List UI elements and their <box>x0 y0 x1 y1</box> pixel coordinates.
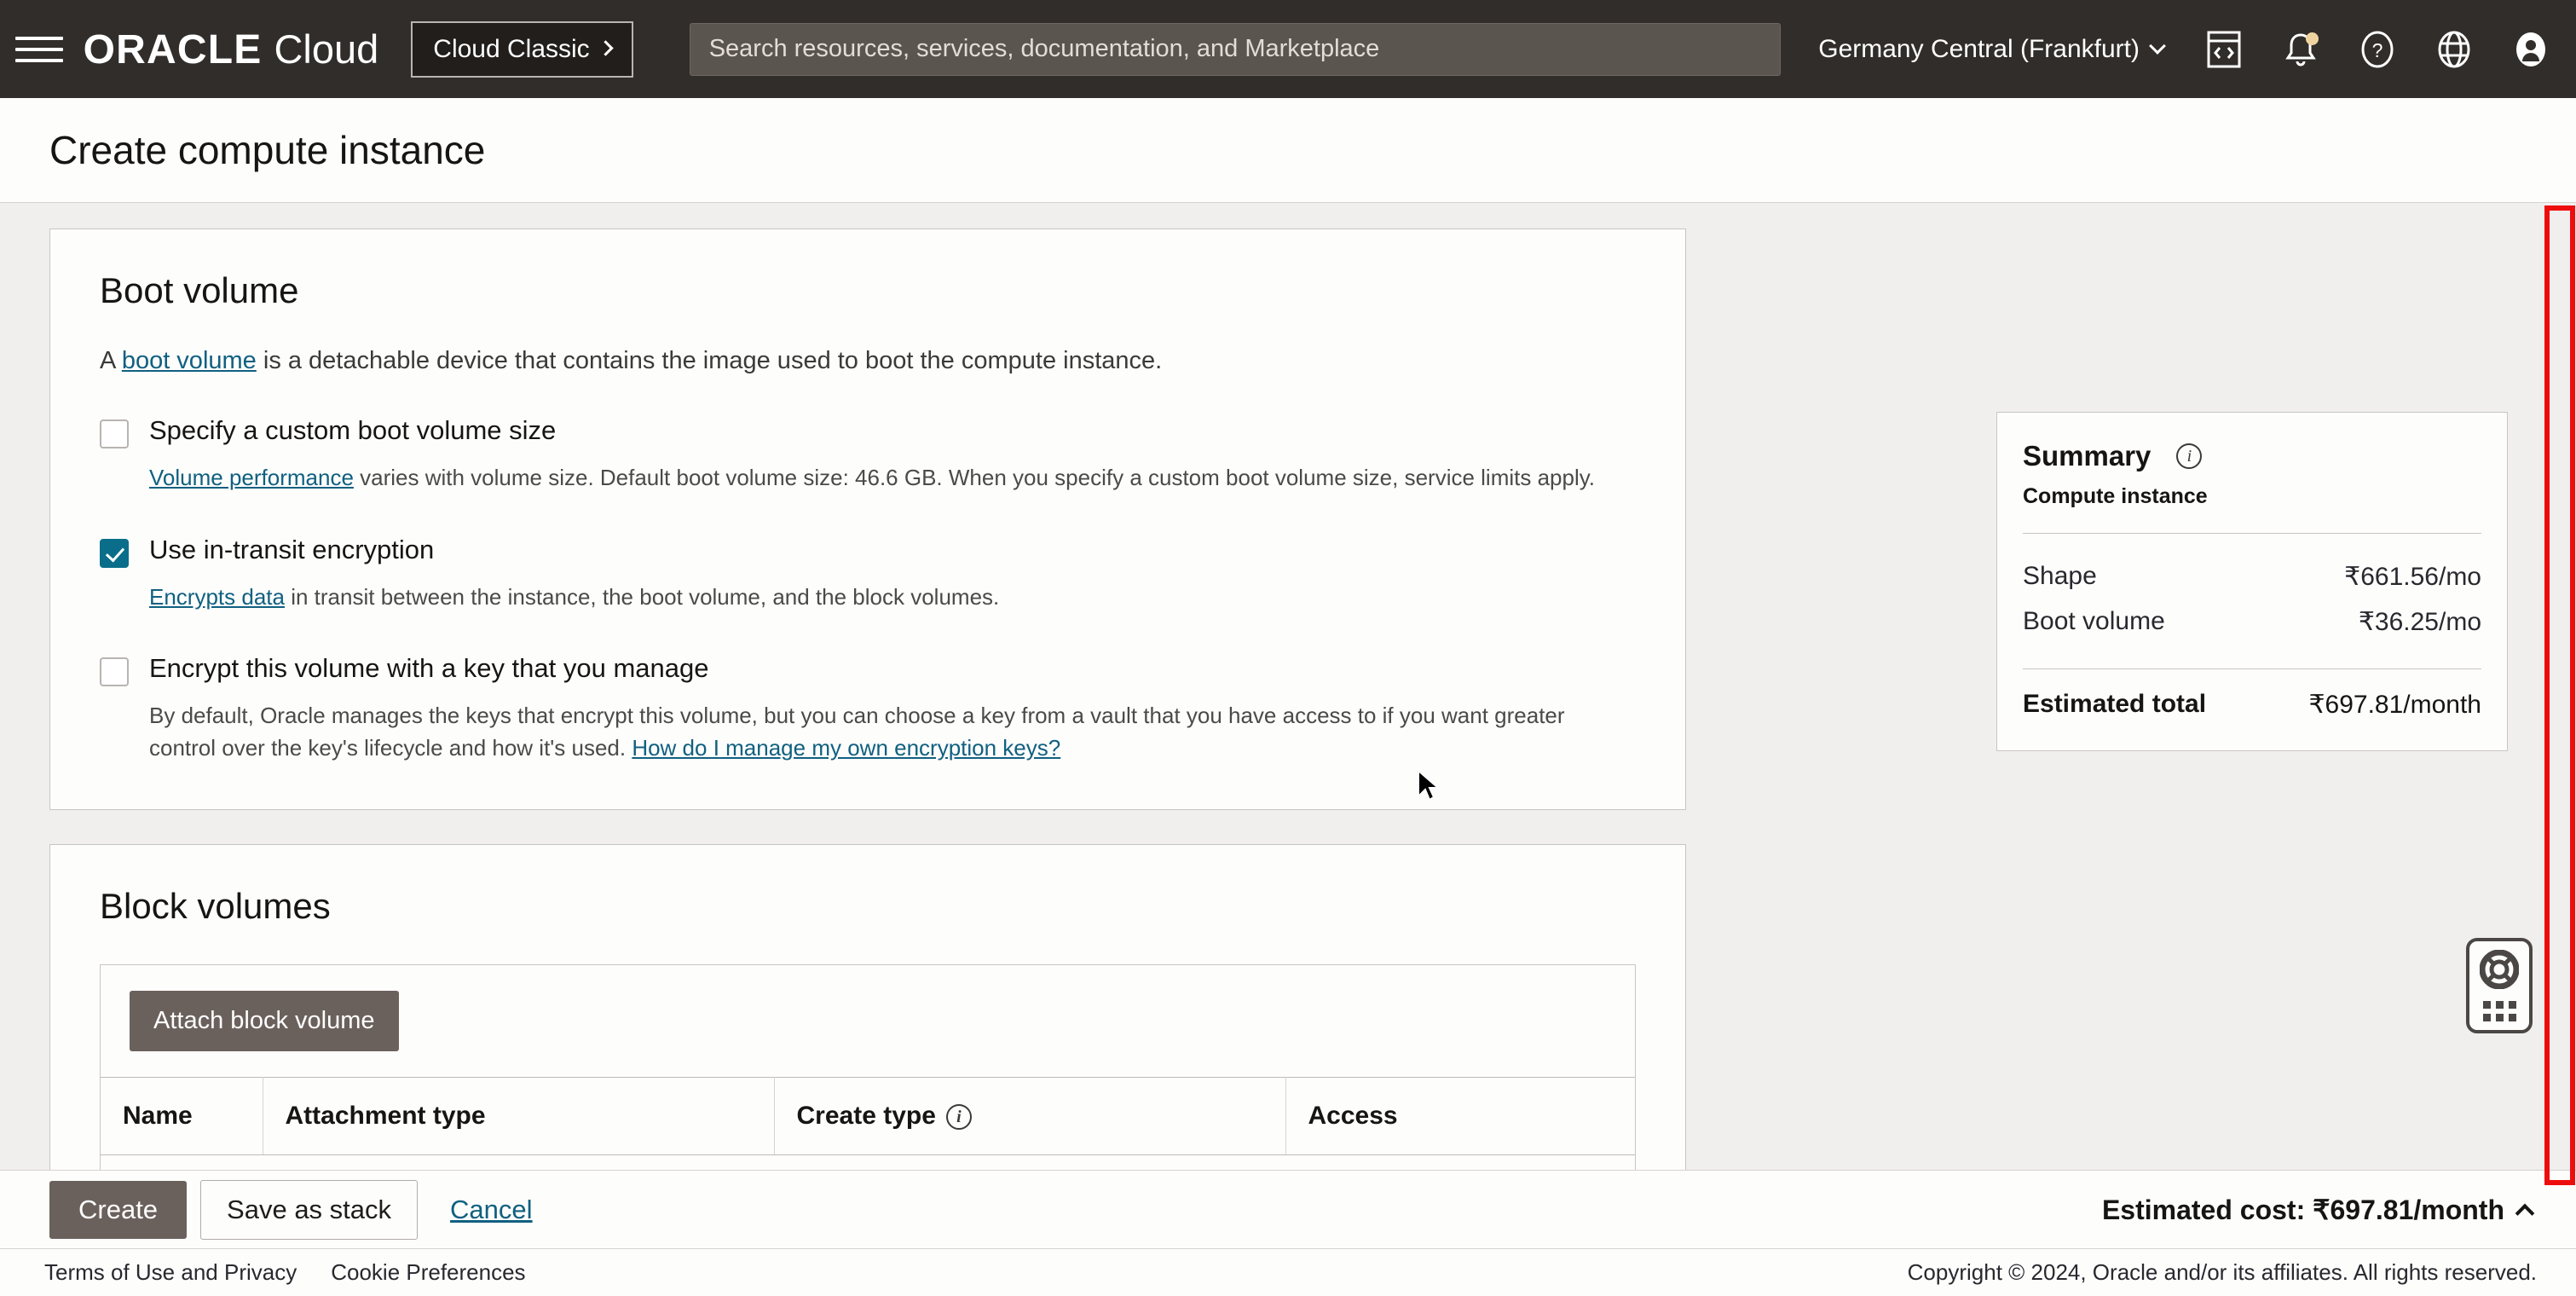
option-custom-boot-volume-size[interactable]: Specify a custom boot volume size <box>100 416 1636 448</box>
summary-boot-volume-label: Boot volume <box>2023 607 2165 637</box>
top-header-bar: ORACLE Cloud Cloud Classic Germany Centr… <box>0 0 2576 98</box>
encrypt-with-own-key-label: Encrypt this volume with a key that you … <box>149 654 709 683</box>
brand-cloud-text: Cloud <box>274 26 378 72</box>
column-header-access[interactable]: Access <box>1285 1077 1635 1154</box>
block-volumes-heading: Block volumes <box>100 886 1636 927</box>
desc-prefix: A <box>100 347 122 374</box>
help-question-icon[interactable]: ? <box>2358 30 2397 69</box>
page-title-bar: Create compute instance <box>0 98 2576 203</box>
custom-boot-volume-size-checkbox[interactable] <box>100 419 129 448</box>
custom-boot-volume-size-label: Specify a custom boot volume size <box>149 416 556 445</box>
estimated-cost-label: Estimated cost: ₹697.81/month <box>2102 1194 2504 1226</box>
block-volumes-table-wrapper: Attach block volume Name Attachment type… <box>100 964 1636 1170</box>
table-empty-row: No items found. <box>101 1154 1635 1170</box>
save-as-stack-button[interactable]: Save as stack <box>200 1180 418 1240</box>
form-column: Boot volume A boot volume is a detachabl… <box>49 229 1686 1170</box>
region-label: Germany Central (Frankfurt) <box>1818 35 2140 64</box>
encrypt-with-own-key-help: By default, Oracle manages the keys that… <box>149 700 1636 764</box>
cancel-link[interactable]: Cancel <box>450 1195 533 1225</box>
encrypts-data-link[interactable]: Encrypts data <box>149 584 285 610</box>
summary-total-value: ₹697.81/month <box>2308 690 2481 720</box>
block-volumes-toolbar: Attach block volume <box>101 965 1635 1077</box>
manage-encryption-keys-link[interactable]: How do I manage my own encryption keys? <box>632 735 1060 761</box>
cookie-preferences-link[interactable]: Cookie Preferences <box>331 1259 525 1286</box>
chevron-down-icon <box>2149 38 2166 55</box>
language-globe-icon[interactable] <box>2434 30 2474 69</box>
summary-title: Summary <box>2023 440 2151 472</box>
brand-oracle-text: ORACLE <box>84 26 263 73</box>
cloud-shell-icon[interactable] <box>2204 30 2244 69</box>
summary-boot-volume-value: ₹36.25/mo <box>2359 607 2481 637</box>
page-footer: Terms of Use and Privacy Cookie Preferen… <box>0 1248 2576 1296</box>
block-volumes-table: Name Attachment type Create type i Access… <box>101 1077 1635 1170</box>
column-header-attachment-type[interactable]: Attachment type <box>263 1077 774 1154</box>
summary-header: Summary i <box>2023 440 2481 472</box>
summary-panel: Summary i Compute instance Shape ₹661.56… <box>1996 412 2508 751</box>
global-search[interactable] <box>690 23 1782 76</box>
in-transit-encryption-label: Use in-transit encryption <box>149 535 434 564</box>
help-widget-launcher[interactable] <box>2466 938 2533 1033</box>
boot-volume-description: A boot volume is a detachable device tha… <box>100 347 1636 375</box>
app-grid-icon <box>2483 1001 2516 1021</box>
desc-suffix: is a detachable device that contains the… <box>257 347 1162 374</box>
block-volumes-card: Block volumes Attach block volume Name A… <box>49 844 1686 1170</box>
svg-text:?: ? <box>2372 39 2383 61</box>
no-items-found-message: No items found. <box>101 1154 1635 1170</box>
encrypt-with-own-key-checkbox[interactable] <box>100 657 129 686</box>
terms-of-use-link[interactable]: Terms of Use and Privacy <box>44 1259 297 1286</box>
encrypts-data-help-text: in transit between the instance, the boo… <box>285 584 999 610</box>
notification-badge <box>2306 32 2319 45</box>
boot-volume-card: Boot volume A boot volume is a detachabl… <box>49 229 1686 810</box>
create-type-info-icon[interactable]: i <box>946 1104 972 1130</box>
summary-shape-label: Shape <box>2023 562 2097 592</box>
custom-boot-volume-size-help: Volume performance varies with volume si… <box>149 462 1636 495</box>
summary-row-shape: Shape ₹661.56/mo <box>2023 554 2481 599</box>
attach-block-volume-button[interactable]: Attach block volume <box>130 991 399 1051</box>
estimated-cost-toggle[interactable]: Estimated cost: ₹697.81/month <box>2102 1194 2532 1226</box>
summary-divider-bottom <box>2023 668 2481 669</box>
oracle-cloud-logo[interactable]: ORACLE Cloud <box>84 26 379 73</box>
search-input[interactable] <box>690 24 1781 75</box>
notifications-bell-icon[interactable] <box>2281 30 2320 69</box>
header-icon-group: ? <box>2204 30 2550 69</box>
page-title: Create compute instance <box>49 127 485 173</box>
copyright-text: Copyright © 2024, Oracle and/or its affi… <box>1908 1259 2537 1286</box>
cloud-classic-label: Cloud Classic <box>433 35 589 64</box>
in-transit-encryption-checkbox[interactable] <box>100 539 129 568</box>
volume-performance-link[interactable]: Volume performance <box>149 465 354 490</box>
chevron-up-icon <box>2515 1203 2535 1223</box>
summary-estimated-total: Estimated total ₹697.81/month <box>2023 690 2481 720</box>
main-content-area: Boot volume A boot volume is a detachabl… <box>0 203 2576 1170</box>
boot-volume-link[interactable]: boot volume <box>122 347 257 374</box>
chevron-right-icon <box>598 40 613 55</box>
summary-row-boot-volume: Boot volume ₹36.25/mo <box>2023 599 2481 645</box>
create-button[interactable]: Create <box>49 1181 187 1239</box>
summary-subtitle: Compute instance <box>2023 484 2481 509</box>
column-header-create-type[interactable]: Create type i <box>774 1077 1285 1154</box>
table-header-row: Name Attachment type Create type i Access <box>101 1077 1635 1154</box>
user-avatar-icon[interactable] <box>2511 30 2550 69</box>
lifebuoy-help-icon <box>2480 950 2519 993</box>
summary-divider-top <box>2023 533 2481 534</box>
option-encrypt-with-own-key[interactable]: Encrypt this volume with a key that you … <box>100 654 1636 686</box>
column-header-name[interactable]: Name <box>101 1077 263 1154</box>
region-selector[interactable]: Germany Central (Frankfurt) <box>1818 35 2163 64</box>
bottom-action-bar: Create Save as stack Cancel Estimated co… <box>0 1170 2576 1248</box>
summary-shape-value: ₹661.56/mo <box>2344 562 2481 592</box>
create-type-text: Create type <box>797 1102 936 1130</box>
hamburger-menu-icon[interactable] <box>15 31 63 68</box>
summary-total-label: Estimated total <box>2023 690 2206 720</box>
boot-volume-heading: Boot volume <box>100 270 1636 311</box>
option-in-transit-encryption[interactable]: Use in-transit encryption <box>100 535 1636 568</box>
cloud-classic-button[interactable]: Cloud Classic <box>411 21 632 78</box>
volume-performance-help-text: varies with volume size. Default boot vo… <box>354 465 1595 490</box>
summary-info-icon[interactable]: i <box>2176 443 2202 469</box>
in-transit-encryption-help: Encrypts data in transit between the ins… <box>149 581 1636 614</box>
